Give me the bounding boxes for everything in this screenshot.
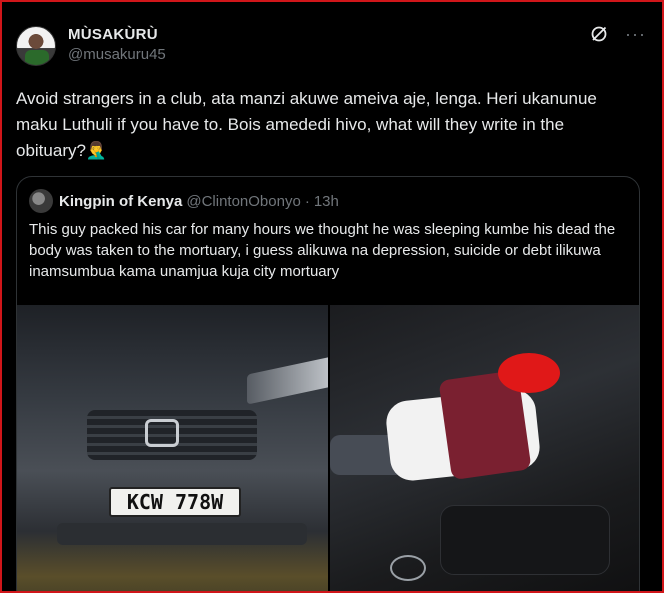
license-plate: KCW 778W [109,487,241,517]
cup-holder [390,555,426,581]
grok-icon[interactable] [589,24,609,44]
separator-dot: · [304,192,310,210]
car-interior-photo[interactable] [330,305,639,593]
media-grid: KCW 778W [17,305,639,593]
quoted-avatar[interactable] [29,189,53,213]
car-logo [145,419,179,447]
tweet-header: MÙSAKÙRÙ @musakuru45 ··· [16,18,648,70]
quoted-timestamp[interactable]: 13h [314,193,339,210]
car-bumper [57,523,307,545]
tweet-text: Avoid strangers in a club, ata manzi aku… [16,89,597,160]
tweet-actions: ··· [589,24,646,44]
more-icon[interactable]: ··· [625,25,646,43]
headlight [247,355,328,405]
quoted-tweet-header: Kingpin of Kenya @ClintonObonyo · 13h [17,177,639,213]
center-console [440,505,610,575]
display-name[interactable]: MÙSAKÙRÙ [68,25,166,45]
tweet[interactable]: MÙSAKÙRÙ @musakuru45 ··· Avoid strangers… [16,18,648,593]
author-names: MÙSAKÙRÙ @musakuru45 [68,25,166,65]
quoted-handle[interactable]: @ClintonObonyo [186,193,300,210]
quoted-display-name[interactable]: Kingpin of Kenya [59,193,182,210]
car-photo[interactable]: KCW 778W [17,305,328,593]
avatar[interactable] [16,26,56,66]
quoted-tweet-text: This guy packed his car for many hours w… [29,221,616,280]
handle[interactable]: @musakuru45 [68,45,166,65]
quoted-tweet[interactable]: Kingpin of Kenya @ClintonObonyo · 13h Th… [16,176,640,593]
censor-blur [498,353,560,393]
